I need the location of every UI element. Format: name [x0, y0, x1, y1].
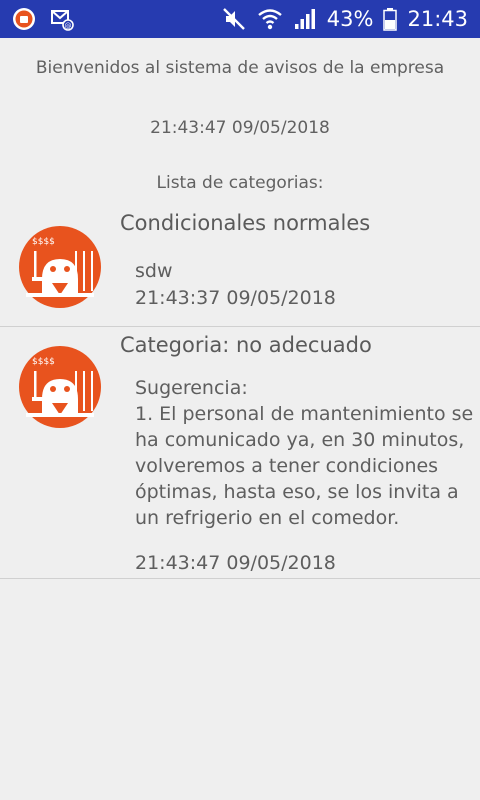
factory-robot-icon: $$$$ — [19, 346, 101, 428]
email-notification-icon: @ — [51, 10, 74, 31]
list-item[interactable]: $$$$ Categoria: no adecuado Sugerencia: … — [0, 327, 480, 579]
item-body: sdw — [135, 260, 173, 282]
wifi-icon — [258, 9, 282, 30]
signal-icon — [294, 9, 315, 29]
status-bar: @ 43% 21:43 — [0, 0, 480, 38]
svg-text:@: @ — [65, 22, 72, 30]
app-notification-icon — [13, 8, 35, 30]
item-body: Sugerencia: 1. El personal de mantenimie… — [135, 377, 474, 529]
item-time: 21:43:47 09/05/2018 — [135, 552, 336, 574]
battery-icon — [383, 8, 398, 31]
item-title: Condicionales normales — [120, 211, 371, 235]
battery-percent: 43% — [326, 7, 374, 31]
item-time: 21:43:37 09/05/2018 — [135, 287, 336, 309]
list-item[interactable]: $$$$ Condicionales normales sdw 21:43:37… — [0, 205, 480, 327]
factory-robot-icon: $$$$ — [19, 226, 101, 308]
svg-text:$$$$: $$$$ — [32, 237, 55, 247]
svg-text:$$$$: $$$$ — [32, 357, 55, 367]
welcome-text: Bienvenidos al sistema de avisos de la e… — [35, 58, 445, 78]
item-title: Categoria: no adecuado — [120, 333, 372, 357]
list-title: Lista de categorias: — [156, 173, 324, 193]
clock: 21:43 — [407, 7, 468, 31]
current-datetime: 21:43:47 09/05/2018 — [150, 118, 330, 138]
mute-icon — [222, 8, 245, 30]
